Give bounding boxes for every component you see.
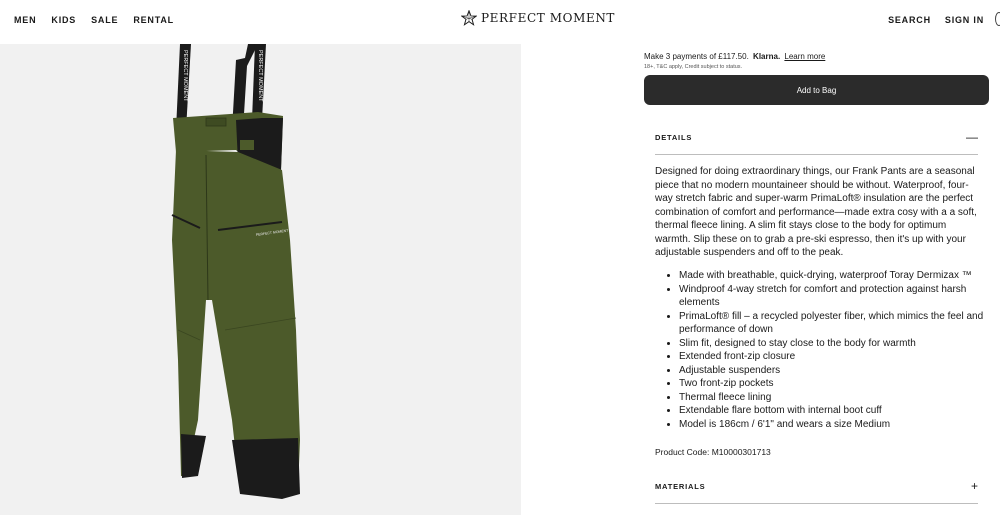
main-nav: MEN KIDS SALE RENTAL <box>14 15 174 25</box>
klarna-message: Make 3 payments of £117.50. Klarna. Lear… <box>644 52 825 61</box>
site-header: MEN KIDS SALE RENTAL PERFECT MOMENT SEAR… <box>0 0 1000 44</box>
nav-rental[interactable]: RENTAL <box>133 15 174 25</box>
feature-item: Extendable flare bottom with internal bo… <box>679 404 1000 418</box>
strap-text-left: PERFECT MOMENT <box>182 50 188 102</box>
ski-pants-illustration: PERFECT MOMENT PERFECT MOMENT PERFECT MO… <box>171 44 300 499</box>
search-link[interactable]: SEARCH <box>888 15 931 25</box>
feature-item: Adjustable suspenders <box>679 364 1000 378</box>
feature-list: Made with breathable, quick-drying, wate… <box>655 269 1000 431</box>
feature-item: Two front-zip pockets <box>679 377 1000 391</box>
product-description: Designed for doing extraordinary things,… <box>655 166 977 258</box>
credit-terms: 18+, T&C apply, Credit subject to status… <box>644 64 743 70</box>
sign-in-link[interactable]: SIGN IN <box>945 15 984 25</box>
details-heading: DETAILS <box>655 132 693 142</box>
add-to-bag-button[interactable]: Add to Bag <box>644 75 989 105</box>
feature-item: Model is 186cm / 6'1" and wears a size M… <box>679 418 1000 432</box>
nav-kids[interactable]: KIDS <box>51 15 76 25</box>
logo-text: PERFECT MOMENT <box>481 11 616 25</box>
utility-nav: SEARCH SIGN IN <box>888 15 984 25</box>
cart-icon[interactable] <box>995 12 1000 26</box>
strap-text-right: PERFECT MOMENT <box>257 50 263 102</box>
star-icon <box>461 10 477 26</box>
product-image: PERFECT MOMENT PERFECT MOMENT PERFECT MO… <box>0 44 521 515</box>
klarna-text: Make 3 payments of £117.50. <box>644 52 749 61</box>
feature-item: PrimaLoft® fill – a recycled polyester f… <box>679 310 1000 337</box>
nav-men[interactable]: MEN <box>14 15 36 25</box>
materials-heading: MATERIALS <box>655 481 706 491</box>
details-accordion-header[interactable]: DETAILS — <box>655 120 978 155</box>
feature-item: Windproof 4-way stretch for comfort and … <box>679 283 1000 310</box>
feature-item: Extended front-zip closure <box>679 350 1000 364</box>
brand-logo[interactable]: PERFECT MOMENT <box>461 10 615 26</box>
minus-icon[interactable]: — <box>966 131 978 143</box>
nav-sale[interactable]: SALE <box>91 15 118 25</box>
plus-icon[interactable]: + <box>971 480 978 492</box>
feature-item: Made with breathable, quick-drying, wate… <box>679 269 1000 283</box>
klarna-logo: Klarna. <box>753 52 781 61</box>
feature-item: Slim fit, designed to stay close to the … <box>679 337 1000 351</box>
feature-item: Thermal fleece lining <box>679 391 1000 405</box>
product-code: Product Code: M10000301713 <box>655 447 771 457</box>
materials-accordion-header[interactable]: MATERIALS + <box>655 469 978 504</box>
learn-more-link[interactable]: Learn more <box>784 52 825 61</box>
